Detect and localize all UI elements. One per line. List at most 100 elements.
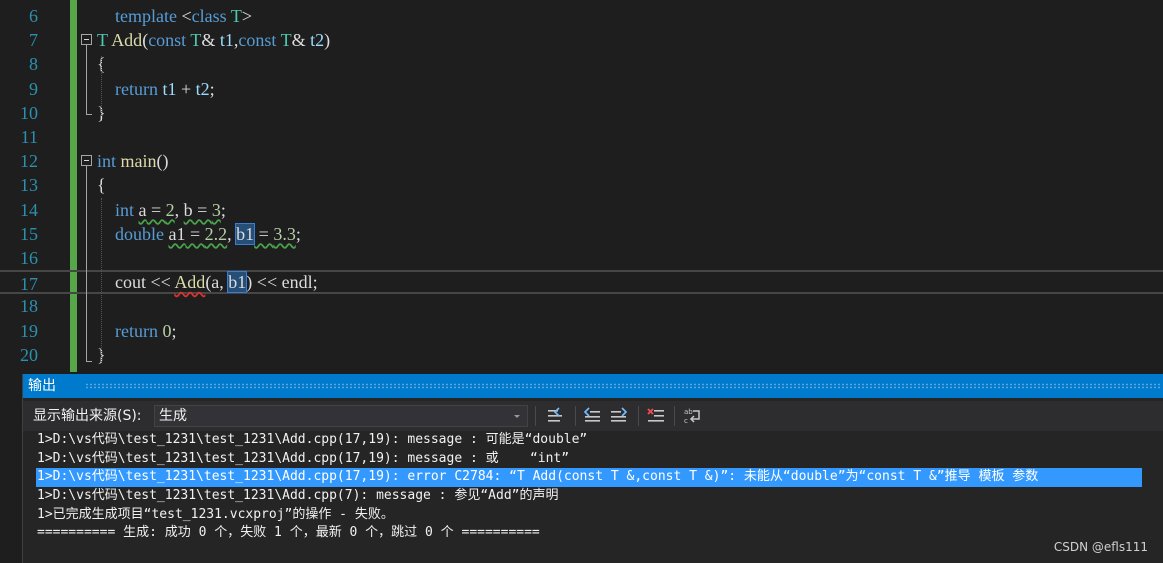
chevron-down-icon [514,415,520,418]
code-text: return 0; [97,319,177,343]
find-next-icon[interactable] [608,405,630,427]
output-title-bar[interactable]: 输出 [23,374,1163,398]
code-token: = [146,199,166,220]
code-token: b1 [227,271,248,294]
code-token: ; [209,78,215,99]
code-token: const [148,30,187,51]
output-line[interactable]: 1>D:\vs代码\test_1231\test_1231\Add.cpp(7)… [37,487,1162,506]
code-token: { [97,175,106,196]
code-line[interactable]: 10} [0,101,1163,125]
code-text: cout << Add(a, b1) << endl; [97,270,318,294]
code-token: 3.3 [273,223,296,244]
line-number: 12 [20,151,38,172]
code-line[interactable]: 20} [0,343,1163,367]
output-line[interactable]: 1>D:\vs代码\test_1231\test_1231\Add.cpp(17… [37,431,1162,450]
watermark: CSDN @efls111 [1053,540,1148,554]
line-number: 7 [29,30,38,51]
code-line[interactable]: 9 return t1 + t2; [0,77,1163,101]
code-token: = [254,223,274,244]
code-text: template <class T> [97,4,252,28]
code-token: int [97,151,117,172]
code-line[interactable]: 12 int main() [0,149,1163,173]
line-number: 10 [20,102,38,123]
code-token: ) << endl; [246,272,318,293]
code-token: = [185,223,205,244]
indent-guide-main [101,198,102,362]
code-line[interactable]: 13 { [0,173,1163,197]
code-line[interactable]: 7 T Add(const T& t1,const T& t2) [0,28,1163,52]
code-token: t2 [195,78,210,99]
code-text: double a1 = 2.2, b1 = 3.3; [97,222,301,246]
toggle-word-wrap-icon[interactable]: ab c [681,405,703,427]
code-line[interactable]: 14 int a = 2, b = 3; [0,198,1163,222]
code-token: t1 [162,78,177,99]
code-line[interactable]: 16 [0,246,1163,270]
code-token: T [230,6,242,26]
output-source-select[interactable]: 生成 [154,405,528,427]
code-token: int [115,199,135,220]
go-to-previous-message-icon[interactable] [544,405,566,427]
code-editor[interactable]: 6 template <class T> 7 T Add(const T& t1,c… [0,0,1163,372]
code-text: return t1 + t2; [97,77,215,101]
svg-text:ab: ab [684,408,693,416]
code-token: & [201,30,220,51]
code-token: t2 [310,30,325,51]
code-line[interactable]: 19 return 0; [0,319,1163,343]
code-line[interactable]: 6 template <class T> [0,4,1163,28]
code-token: class [191,6,227,26]
code-line[interactable]: 15 double a1 = 2.2, b1 = 3.3; [0,222,1163,246]
collapse-add-icon[interactable] [81,34,92,45]
code-token: const [238,30,277,51]
code-token: 2.2 [204,223,228,244]
output-toolbar: 显示输出来源(S): 生成 ab c [23,401,1163,431]
line-number: 17 [20,274,38,295]
code-token: 2 [165,199,175,220]
line-number: 18 [20,296,38,317]
line-number: 8 [29,54,38,75]
output-line[interactable]: ========== 生成: 成功 0 个，失败 1 个，最新 0 个，跳过 0… [37,524,1162,543]
code-token: template [115,6,177,26]
toolbar-separator [638,406,639,426]
output-line-selected[interactable]: 1>D:\vs代码\test_1231\test_1231\Add.cpp(17… [36,468,1142,488]
code-line[interactable]: 17 cout << Add(a, b1) << endl; [0,270,1163,295]
code-token: ) [324,30,331,51]
clear-all-icon[interactable] [645,405,667,427]
code-text: T Add(const T& t1,const T& t2) [97,28,330,52]
code-token: cout << [97,272,175,293]
code-line[interactable]: 8{ [0,52,1163,76]
code-line[interactable]: 11 [0,125,1163,149]
code-token: (a, [205,272,229,293]
output-line[interactable]: 1>已完成生成项目“test_1231.vcxproj”的操作 - 失败。 [37,506,1162,525]
code-token: ; [171,320,177,341]
line-number: 11 [20,127,38,147]
toolbar-separator [535,406,536,426]
line-number: 19 [20,320,38,341]
code-text: { [97,173,106,197]
fold-guide-add [86,45,87,114]
code-token: T [97,30,108,51]
toolbar-separator [575,406,576,426]
line-number: 9 [29,78,38,99]
code-token: ; [220,199,226,220]
code-token: Add [111,30,143,51]
code-token: a [138,199,147,220]
line-number: 13 [20,175,38,196]
code-token: & [291,30,311,51]
code-token: t1 [219,30,234,51]
output-line[interactable]: 1>D:\vs代码\test_1231\test_1231\Add.cpp(17… [37,450,1162,469]
code-line[interactable]: 18 [0,294,1163,318]
collapse-main-icon[interactable] [81,155,92,166]
output-pane: 输出 显示输出来源(S): 生成 ab c 1>D:\vs代码\test_123… [22,374,1163,563]
code-token: return [115,78,158,99]
toolbar-separator [674,406,675,426]
code-token: main [120,151,157,172]
code-text: int a = 2, b = 3; [97,198,226,222]
line-number: 16 [20,248,38,268]
code-token: , [227,223,237,244]
fold-end-add [86,114,92,115]
find-previous-icon[interactable] [581,405,603,427]
output-text-area[interactable]: 1>D:\vs代码\test_1231\test_1231\Add.cpp(17… [36,431,1162,543]
